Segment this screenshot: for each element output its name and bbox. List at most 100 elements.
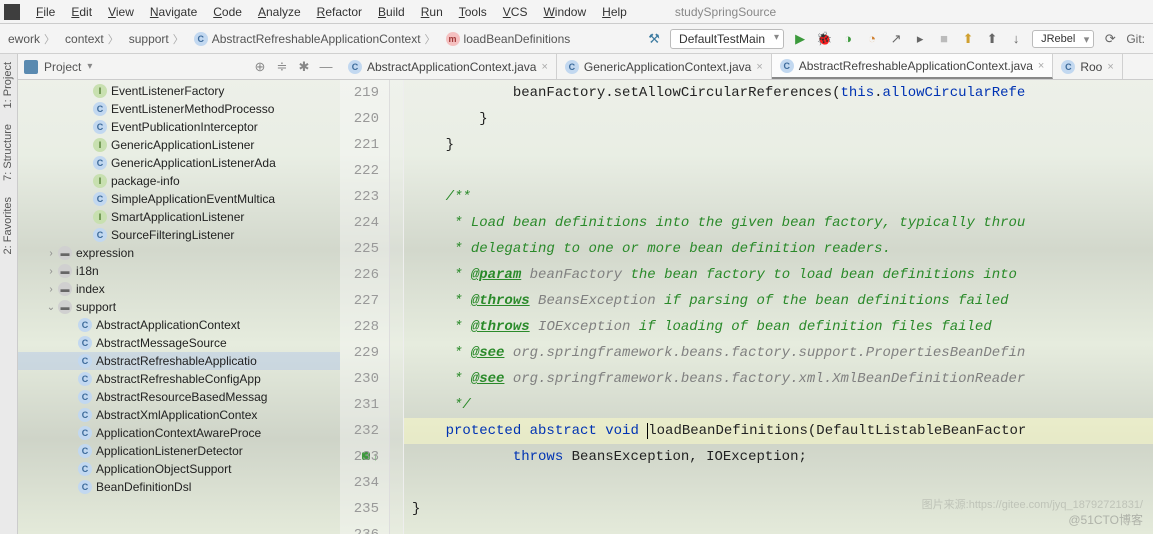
close-icon[interactable]: ×	[1038, 60, 1044, 72]
close-icon[interactable]: ×	[1107, 61, 1113, 73]
toolbar-icon[interactable]: ⟳	[1101, 30, 1119, 48]
attach-icon[interactable]: ↗	[887, 30, 905, 48]
code-line[interactable]	[404, 470, 1153, 496]
editor-tab[interactable]: CRoo×	[1053, 54, 1122, 79]
tree-node[interactable]: CAbstractApplicationContext	[18, 316, 340, 334]
menu-build[interactable]: Build	[370, 5, 413, 19]
debug-button[interactable]: 🐞	[815, 30, 833, 48]
tree-node[interactable]: CApplicationContextAwareProce	[18, 424, 340, 442]
menu-navigate[interactable]: Navigate	[142, 5, 205, 19]
code-line[interactable]: */	[404, 392, 1153, 418]
tree-folder[interactable]: ›▬index	[18, 280, 340, 298]
fold-column[interactable]	[390, 80, 404, 534]
menu-window[interactable]: Window	[535, 5, 594, 19]
collapse-icon[interactable]: ≑	[274, 59, 290, 75]
close-icon[interactable]: ×	[541, 61, 547, 73]
expand-icon[interactable]: ›	[44, 284, 58, 295]
tree-node[interactable]: CApplicationObjectSupport	[18, 460, 340, 478]
project-view-select[interactable]: Project	[44, 60, 246, 74]
code-line[interactable]: * @param beanFactory the bean factory to…	[404, 262, 1153, 288]
profile-icon[interactable]: ◔	[863, 30, 881, 48]
tree-node[interactable]: CAbstractMessageSource	[18, 334, 340, 352]
code-content[interactable]: beanFactory.setAllowCircularReferences(t…	[404, 80, 1153, 534]
toolbar-icon[interactable]: ⬆	[983, 30, 1001, 48]
tree-folder[interactable]: ›▬expression	[18, 244, 340, 262]
menu-help[interactable]: Help	[594, 5, 635, 19]
project-tree[interactable]: IEventListenerFactoryCEventListenerMetho…	[18, 80, 340, 498]
breadcrumb-item[interactable]: ework	[4, 27, 61, 51]
locate-icon[interactable]: ⊕	[252, 59, 268, 75]
line-number: 226	[340, 262, 379, 288]
tree-node[interactable]: CBeanDefinitionDsl	[18, 478, 340, 496]
breadcrumb-item[interactable]: context	[61, 27, 125, 51]
sidetab-structure[interactable]: 7: Structure	[0, 116, 16, 189]
tree-node[interactable]: Ipackage-info	[18, 172, 340, 190]
tree-node[interactable]: CSourceFilteringListener	[18, 226, 340, 244]
sidetab-favorites[interactable]: 2: Favorites	[0, 189, 16, 262]
menu-analyze[interactable]: Analyze	[250, 5, 309, 19]
code-line[interactable]: * @throws BeansException if parsing of t…	[404, 288, 1153, 314]
editor-tab[interactable]: CAbstractApplicationContext.java×	[340, 54, 557, 79]
menu-refactor[interactable]: Refactor	[309, 5, 370, 19]
code-line[interactable]: }	[404, 106, 1153, 132]
code-line[interactable]	[404, 522, 1153, 534]
tree-node[interactable]: CAbstractRefreshableConfigApp	[18, 370, 340, 388]
tree-node[interactable]: CEventListenerMethodProcesso	[18, 100, 340, 118]
code-line[interactable]	[404, 158, 1153, 184]
tree-node[interactable]: CEventPublicationInterceptor	[18, 118, 340, 136]
menu-bar: FileEditViewNavigateCodeAnalyzeRefactorB…	[0, 0, 1153, 24]
tree-node[interactable]: IGenericApplicationListener	[18, 136, 340, 154]
breadcrumb-item[interactable]: support	[125, 27, 190, 51]
editor-tab[interactable]: CGenericApplicationContext.java×	[557, 54, 772, 79]
coverage-icon[interactable]: ◑	[839, 30, 857, 48]
menu-file[interactable]: File	[28, 5, 63, 19]
tree-folder[interactable]: ›▬i18n	[18, 262, 340, 280]
breadcrumb-method[interactable]: mloadBeanDefinitions	[442, 27, 581, 51]
tree-node[interactable]: CAbstractResourceBasedMessag	[18, 388, 340, 406]
breadcrumb-class[interactable]: CAbstractRefreshableApplicationContext	[190, 27, 442, 51]
code-line[interactable]: throws BeansException, IOException;	[404, 444, 1153, 470]
code-editor[interactable]: 2192202212222232242252262272282292302312…	[340, 80, 1153, 534]
run-button[interactable]: ▶	[791, 30, 809, 48]
code-line[interactable]: /**	[404, 184, 1153, 210]
code-line[interactable]: * Load bean definitions into the given b…	[404, 210, 1153, 236]
editor-tab[interactable]: CAbstractRefreshableApplicationContext.j…	[772, 54, 1054, 79]
expand-icon[interactable]: ›	[44, 266, 58, 277]
hammer-icon[interactable]: ⚒	[645, 30, 663, 48]
code-line[interactable]: * @see org.springframework.beans.factory…	[404, 340, 1153, 366]
toolbar-icon[interactable]: ↓	[1007, 30, 1025, 48]
menu-tools[interactable]: Tools	[451, 5, 495, 19]
close-icon[interactable]: ×	[756, 61, 762, 73]
settings-icon[interactable]: ✱	[296, 59, 312, 75]
code-line[interactable]: }	[404, 132, 1153, 158]
hide-icon[interactable]: —	[318, 59, 334, 75]
toolbar-icon[interactable]: ▸	[911, 30, 929, 48]
jrebel-rocket-icon[interactable]: ⬆	[959, 30, 977, 48]
code-line[interactable]: protected abstract void loadBeanDefiniti…	[404, 418, 1153, 444]
expand-icon[interactable]: ›	[44, 248, 58, 259]
tree-node[interactable]: CApplicationListenerDetector	[18, 442, 340, 460]
menu-view[interactable]: View	[100, 5, 142, 19]
code-line[interactable]: * delegating to one or more bean definit…	[404, 236, 1153, 262]
jrebel-select[interactable]: JRebel	[1032, 30, 1094, 48]
tree-node[interactable]: CSimpleApplicationEventMultica	[18, 190, 340, 208]
menu-code[interactable]: Code	[205, 5, 250, 19]
sidetab-project[interactable]: 1: Project	[0, 54, 16, 116]
tree-node[interactable]: CAbstractXmlApplicationContex	[18, 406, 340, 424]
menu-run[interactable]: Run	[413, 5, 451, 19]
folder-icon: ▬	[58, 282, 72, 296]
code-line[interactable]: * @see org.springframework.beans.factory…	[404, 366, 1153, 392]
tree-node[interactable]: IEventListenerFactory	[18, 82, 340, 100]
code-line[interactable]: }	[404, 496, 1153, 522]
menu-vcs[interactable]: VCS	[495, 5, 536, 19]
tree-folder[interactable]: ⌄▬support	[18, 298, 340, 316]
run-config-select[interactable]: DefaultTestMain	[670, 29, 784, 49]
code-line[interactable]: * @throws IOException if loading of bean…	[404, 314, 1153, 340]
code-line[interactable]: beanFactory.setAllowCircularReferences(t…	[404, 80, 1153, 106]
tree-node[interactable]: CAbstractRefreshableApplicatio	[18, 352, 340, 370]
menu-edit[interactable]: Edit	[63, 5, 100, 19]
tree-node[interactable]: ISmartApplicationListener	[18, 208, 340, 226]
expand-icon[interactable]: ⌄	[44, 302, 58, 313]
stop-button[interactable]: ■	[935, 30, 953, 48]
tree-node[interactable]: CGenericApplicationListenerAda	[18, 154, 340, 172]
